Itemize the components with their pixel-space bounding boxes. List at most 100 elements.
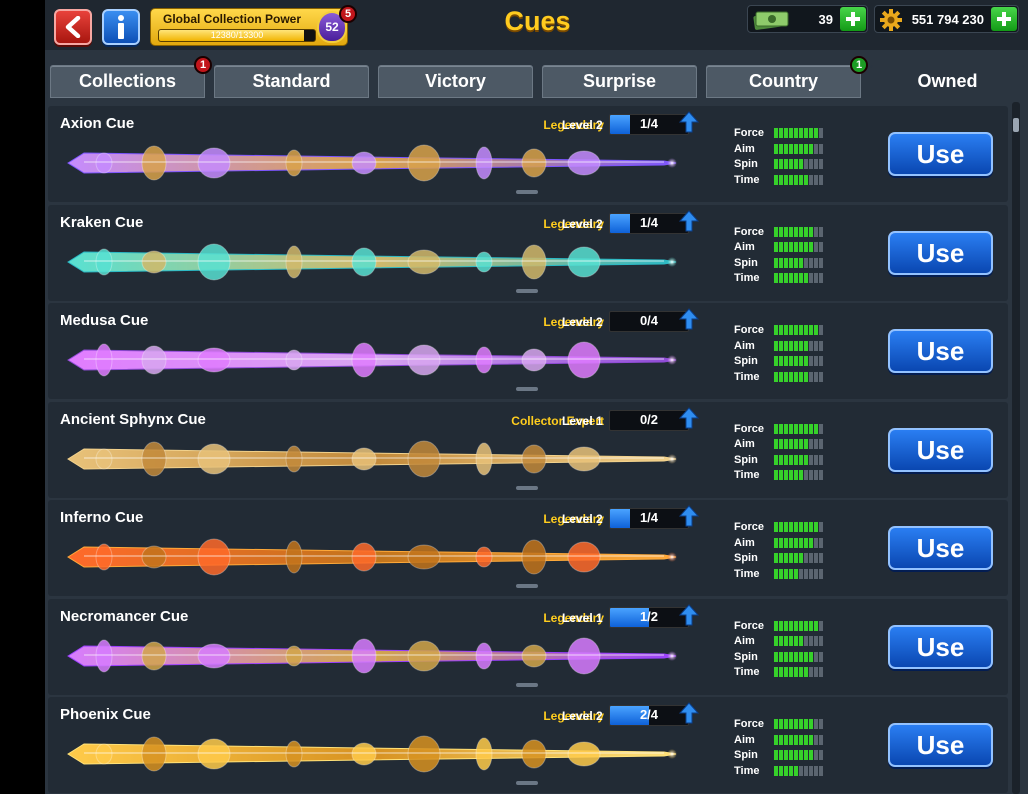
cue-stats: Force Aim Spin Time <box>734 126 854 188</box>
stat-segment <box>814 522 818 532</box>
stat-force: Force <box>734 717 854 733</box>
use-button[interactable]: Use <box>888 427 993 472</box>
use-button[interactable]: Use <box>888 230 993 275</box>
add-cash-button[interactable] <box>840 7 866 31</box>
upgrade-arrow-icon[interactable] <box>679 308 699 330</box>
stat-segment <box>799 553 803 563</box>
tab-standard[interactable]: Standard <box>214 65 369 98</box>
cue-row[interactable]: Inferno Cue Legendary Level 2 1/4 Force Aim S… <box>48 500 1008 596</box>
cue-row[interactable]: Necromancer Cue Legendary Level 1 1/2 Force… <box>48 598 1008 695</box>
cue-upgrade-progress: 1/4 <box>609 508 689 529</box>
cue-upgrade-progress: 1/4 <box>609 212 689 234</box>
stat-segment <box>789 765 793 776</box>
cue-row[interactable]: Axion Cue Legendary Level 2 1/4 Force Aim Spi… <box>48 106 1008 202</box>
upgrade-arrow-icon[interactable] <box>679 406 699 429</box>
stat-segment <box>804 470 808 480</box>
scrollbar-thumb[interactable] <box>1013 118 1019 132</box>
stat-segment <box>799 537 803 548</box>
stat-aim: Aim <box>734 240 854 256</box>
stat-segment <box>799 568 803 579</box>
tab-collections[interactable]: Collections 1 <box>50 56 212 98</box>
cue-list: Axion Cue Legendary Level 2 1/4 Force Aim Spi… <box>48 102 1008 794</box>
info-button[interactable] <box>102 9 140 45</box>
stat-segment <box>789 568 793 579</box>
cue-image-wrap <box>64 437 680 486</box>
stat-segment <box>814 273 818 283</box>
stat-segment <box>784 470 788 480</box>
tab-surprise[interactable]: Surprise <box>542 65 697 98</box>
row-drag-handle <box>516 584 538 588</box>
stat-segment <box>794 423 798 434</box>
cue-stats: Force Aim Spin Time <box>734 422 854 484</box>
upgrade-arrow-icon[interactable] <box>679 111 699 133</box>
stat-segment <box>819 568 823 579</box>
global-collection-power[interactable]: Global Collection Power 12380/13300 52 5 <box>150 5 357 46</box>
stat-segment <box>789 423 793 434</box>
stat-bar <box>774 325 823 335</box>
stat-segment <box>799 325 803 335</box>
cue-image-wrap <box>64 634 680 683</box>
tab-owned[interactable]: Owned <box>870 65 1025 101</box>
stat-segment <box>819 325 823 335</box>
row-drag-handle <box>516 190 538 194</box>
cue-upgrade-progress-text: 1/2 <box>639 608 659 624</box>
stat-segment <box>789 667 793 677</box>
stat-segment <box>804 128 808 138</box>
stat-bar <box>774 734 823 745</box>
use-button[interactable]: Use <box>888 329 993 373</box>
cue-level: Level 1 <box>562 610 603 625</box>
stat-segment <box>794 439 798 449</box>
upgrade-arrow-icon[interactable] <box>679 505 699 527</box>
cues-screen: Global Collection Power 12380/13300 52 5… <box>45 0 1028 794</box>
stat-label: Force <box>734 127 764 139</box>
tab-victory[interactable]: Victory <box>378 65 533 98</box>
cue-level: Level 1 <box>562 413 603 428</box>
use-button[interactable]: Use <box>888 526 993 570</box>
cue-upgrade-progress-text: 2/4 <box>639 707 659 722</box>
use-button[interactable]: Use <box>888 723 993 767</box>
use-button[interactable]: Use <box>888 624 993 669</box>
stat-segment <box>789 439 793 449</box>
stat-aim: Aim <box>734 634 854 650</box>
stat-segment <box>809 159 813 169</box>
stat-segment <box>774 159 778 169</box>
cue-row[interactable]: Ancient Sphynx Cue Collector Expert Level … <box>48 401 1008 498</box>
stat-segment <box>779 143 783 154</box>
add-coins-button[interactable] <box>991 7 1017 31</box>
stat-segment <box>779 242 783 252</box>
stat-segment <box>814 423 818 434</box>
stat-segment <box>784 651 788 662</box>
stat-segment <box>799 423 803 434</box>
stat-segment <box>819 128 823 138</box>
tab-country[interactable]: Country 1 <box>706 56 868 98</box>
stat-label: Force <box>734 225 764 238</box>
upgrade-arrow-icon[interactable] <box>679 209 699 232</box>
list-scrollbar[interactable] <box>1012 102 1020 794</box>
stat-segment <box>789 257 793 268</box>
stat-segment <box>784 159 788 169</box>
stat-label: Spin <box>734 256 758 269</box>
cue-level: Level 2 <box>562 315 603 329</box>
row-drag-handle <box>516 387 538 391</box>
stat-segment <box>799 750 803 760</box>
cue-level: Level 2 <box>562 118 603 132</box>
stat-segment <box>779 356 783 366</box>
stat-segment <box>779 325 783 335</box>
stat-segment <box>799 340 803 351</box>
cue-upgrade-progress: 2/4 <box>609 705 689 726</box>
stat-segment <box>819 439 823 449</box>
stat-segment <box>809 636 813 646</box>
cue-row[interactable]: Medusa Cue Legendary Level 2 0/4 Force Aim Sp… <box>48 303 1008 399</box>
back-button[interactable] <box>54 9 92 45</box>
stat-force: Force <box>734 422 854 438</box>
upgrade-arrow-icon[interactable] <box>679 603 699 626</box>
cue-row[interactable]: Phoenix Cue Legendary Level 2 2/4 Force Aim S… <box>48 697 1008 793</box>
cue-row[interactable]: Kraken Cue Legendary Level 2 1/4 Force Aim Sp… <box>48 204 1008 301</box>
cue-image-wrap <box>64 732 680 781</box>
use-button[interactable]: Use <box>888 132 993 176</box>
cue-stats: Force Aim Spin Time <box>734 225 854 287</box>
upgrade-arrow-icon[interactable] <box>679 702 699 724</box>
stat-bar <box>774 159 823 169</box>
stat-label: Spin <box>734 453 758 466</box>
stat-segment <box>794 470 798 480</box>
